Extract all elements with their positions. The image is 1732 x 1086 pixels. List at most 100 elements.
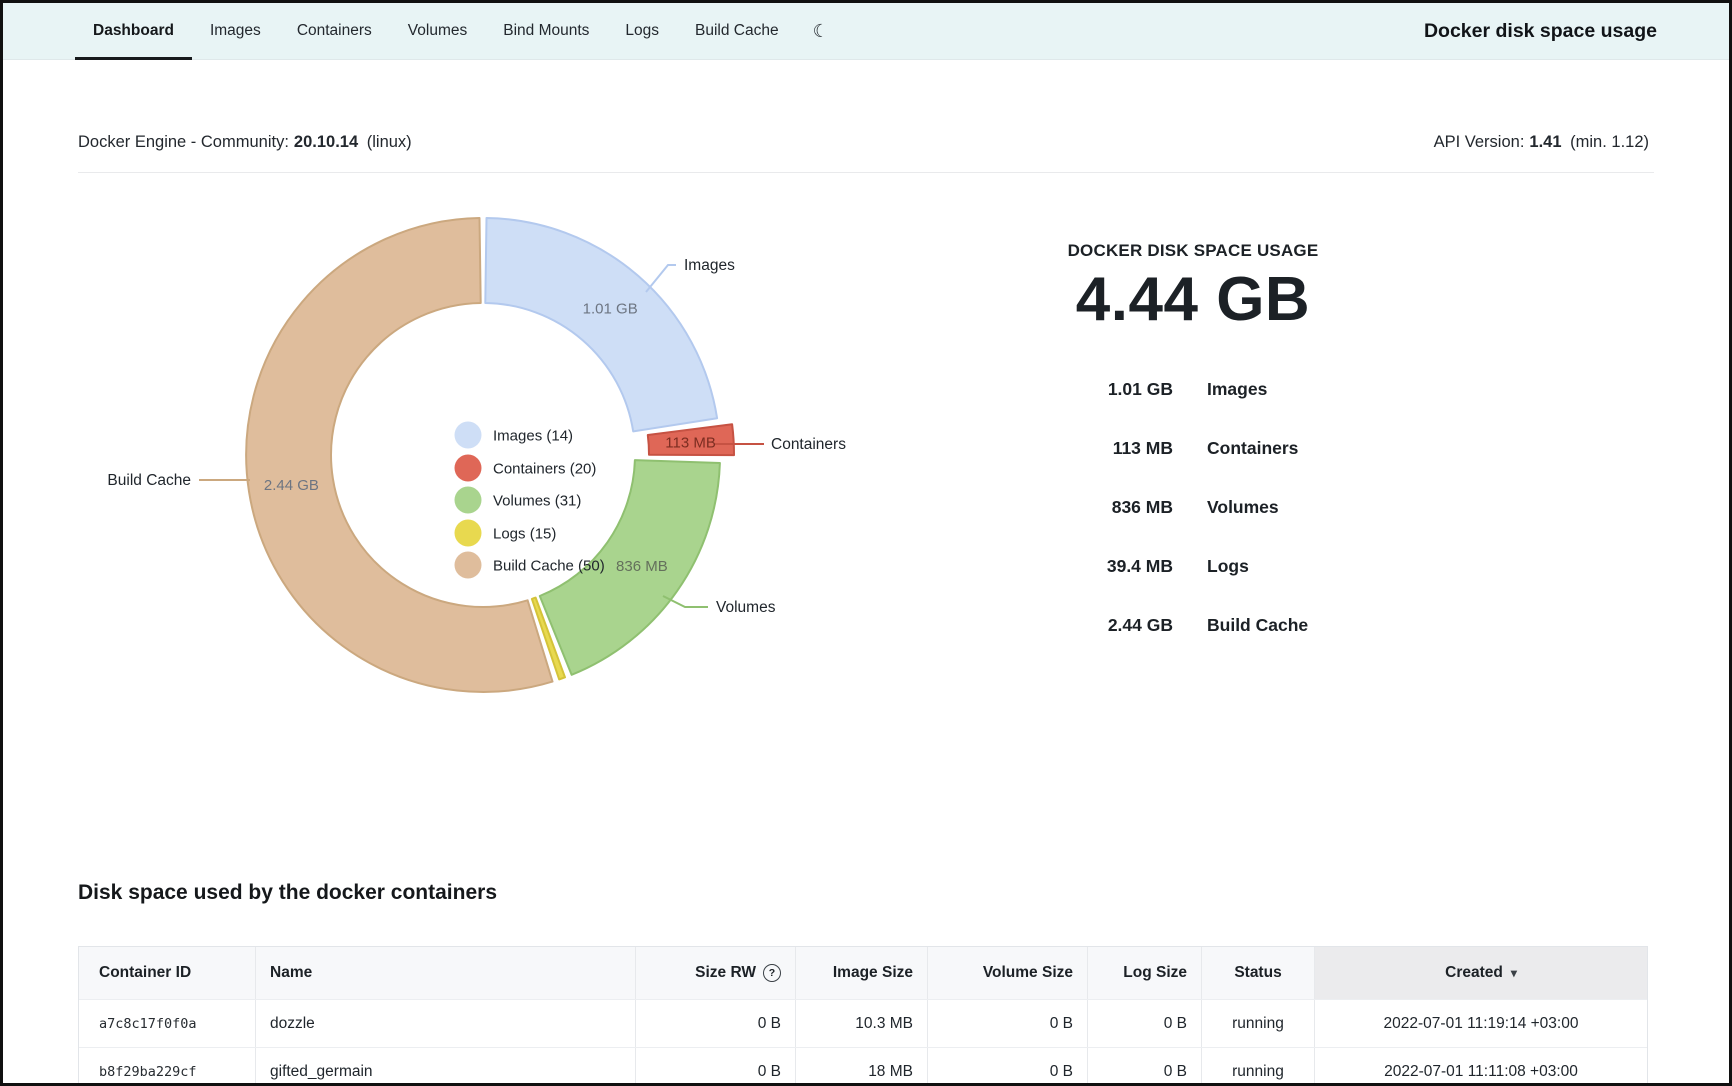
callout-label-volumes: Volumes (716, 599, 776, 616)
summary-size: 113 MB (963, 438, 1173, 459)
disk-usage-donut-chart: 1.01 GB Images 113 MB Containers 836 MB Volum… (78, 198, 858, 738)
summary-label: Volumes (1207, 497, 1279, 518)
cell-log-size: 0 B (1087, 1048, 1201, 1086)
summary-list: 1.01 GB Images 113 MB Containers 836 MB … (963, 377, 1423, 637)
slice-size-label-volumes: 836 MB (616, 558, 668, 575)
tab-dashboard[interactable]: Dashboard (75, 3, 192, 59)
summary-label: Images (1207, 379, 1267, 400)
table-header-row: Container ID Name Size RW ? Image Size V… (79, 947, 1647, 999)
donut-chart-svg: 1.01 GB Images 113 MB Containers 836 MB Volum… (78, 198, 858, 738)
legend-swatch-containers (455, 455, 482, 482)
column-header-status[interactable]: Status (1201, 947, 1314, 999)
cell-container-id: b8f29ba229cf (79, 1048, 255, 1086)
column-header-image-size[interactable]: Image Size (795, 947, 927, 999)
cell-container-id: a7c8c17f0f0a (79, 1000, 255, 1047)
summary-size: 836 MB (963, 497, 1173, 518)
api-version: 1.41 (1529, 133, 1561, 151)
column-header-container-id[interactable]: Container ID (79, 947, 255, 999)
summary-row-build-cache: 2.44 GB Build Cache (963, 613, 1423, 637)
api-label: API Version: (1434, 133, 1525, 151)
summary-size: 1.01 GB (963, 379, 1173, 400)
cell-status: running (1201, 1000, 1314, 1047)
engine-info-row: Docker Engine - Community: 20.10.14 (linu… (78, 133, 1654, 152)
app-window: Dashboard Images Containers Volumes Bind… (0, 0, 1732, 1086)
slice-size-label-build-cache: 2.44 GB (264, 477, 319, 494)
legend-label-containers: Containers (20) (493, 461, 596, 478)
top-navigation-bar: Dashboard Images Containers Volumes Bind… (3, 3, 1729, 60)
column-header-size-rw[interactable]: Size RW ? (635, 947, 795, 999)
callout-label-containers: Containers (771, 436, 846, 453)
cell-created: 2022-07-01 11:11:08 +03:00 (1314, 1048, 1647, 1086)
cell-size-rw: 0 B (635, 1048, 795, 1086)
sort-descending-icon: ▾ (1511, 966, 1517, 980)
summary-row-images: 1.01 GB Images (963, 377, 1423, 401)
cell-log-size: 0 B (1087, 1000, 1201, 1047)
engine-version-text: Docker Engine - Community: 20.10.14 (linu… (78, 133, 417, 152)
table-row[interactable]: a7c8c17f0f0a dozzle 0 B 10.3 MB 0 B 0 B … (79, 999, 1647, 1047)
tab-build-cache[interactable]: Build Cache (677, 3, 797, 59)
column-header-name[interactable]: Name (255, 947, 635, 999)
engine-platform: (linux) (367, 133, 412, 151)
table-row[interactable]: b8f29ba229cf gifted_germain 0 B 18 MB 0 … (79, 1047, 1647, 1086)
legend-label-volumes: Volumes (31) (493, 493, 581, 510)
summary-label: Containers (1207, 438, 1298, 459)
tab-volumes[interactable]: Volumes (390, 3, 485, 59)
cell-created: 2022-07-01 11:19:14 +03:00 (1314, 1000, 1647, 1047)
containers-table: Container ID Name Size RW ? Image Size V… (78, 946, 1648, 1086)
tab-bind-mounts[interactable]: Bind Mounts (485, 3, 607, 59)
column-header-volume-size[interactable]: Volume Size (927, 947, 1087, 999)
cell-image-size: 10.3 MB (795, 1000, 927, 1047)
summary-label: Build Cache (1207, 615, 1308, 636)
divider (78, 172, 1654, 173)
cell-image-size: 18 MB (795, 1048, 927, 1086)
legend-item-images[interactable]: Images (14) (455, 422, 574, 449)
api-minimum: (min. 1.12) (1570, 133, 1649, 151)
tab-containers[interactable]: Containers (279, 3, 390, 59)
legend-label-logs: Logs (15) (493, 526, 556, 543)
legend-label-build-cache: Build Cache (50) (493, 558, 605, 575)
summary-row-volumes: 836 MB Volumes (963, 495, 1423, 519)
slice-size-label-containers: 113 MB (665, 434, 716, 451)
donut-slice-images[interactable] (485, 218, 717, 431)
disk-usage-summary: DOCKER DISK SPACE USAGE 4.44 GB 1.01 GB … (963, 241, 1423, 672)
moon-icon[interactable]: ☾ (797, 3, 845, 59)
slice-size-label-images: 1.01 GB (583, 301, 638, 318)
callout-label-images: Images (684, 257, 735, 274)
legend-swatch-logs (455, 520, 482, 547)
tab-logs[interactable]: Logs (607, 3, 677, 59)
tab-images[interactable]: Images (192, 3, 279, 59)
cell-name: gifted_germain (255, 1048, 635, 1086)
cell-volume-size: 0 B (927, 1048, 1087, 1086)
summary-row-logs: 39.4 MB Logs (963, 554, 1423, 578)
legend-swatch-images (455, 422, 482, 449)
engine-version: 20.10.14 (294, 133, 358, 151)
callout-line-images (646, 265, 676, 292)
containers-section-heading: Disk space used by the docker containers (78, 881, 497, 905)
legend-item-logs[interactable]: Logs (15) (455, 520, 557, 547)
column-header-created[interactable]: Created ▾ (1314, 947, 1647, 999)
summary-size: 2.44 GB (963, 615, 1173, 636)
api-version-text: API Version:1.41 (min. 1.12) (1434, 133, 1654, 152)
cell-size-rw: 0 B (635, 1000, 795, 1047)
summary-row-containers: 113 MB Containers (963, 436, 1423, 460)
cell-name: dozzle (255, 1000, 635, 1047)
summary-heading: DOCKER DISK SPACE USAGE (963, 241, 1423, 261)
legend-item-build-cache[interactable]: Build Cache (50) (455, 552, 605, 579)
cell-volume-size: 0 B (927, 1000, 1087, 1047)
column-header-log-size[interactable]: Log Size (1087, 947, 1201, 999)
size-rw-label: Size RW (695, 964, 756, 982)
legend-label-images: Images (14) (493, 428, 573, 445)
page-title: Docker disk space usage (1424, 3, 1729, 59)
summary-label: Logs (1207, 556, 1249, 577)
legend-item-containers[interactable]: Containers (20) (455, 455, 597, 482)
summary-size: 39.4 MB (963, 556, 1173, 577)
legend-swatch-volumes (455, 487, 482, 514)
summary-total: 4.44 GB (963, 265, 1423, 335)
engine-label: Docker Engine - Community: (78, 133, 289, 151)
legend-swatch-build-cache (455, 552, 482, 579)
help-icon[interactable]: ? (763, 964, 781, 982)
created-label: Created (1445, 964, 1503, 982)
legend-item-volumes[interactable]: Volumes (31) (455, 487, 582, 514)
cell-status: running (1201, 1048, 1314, 1086)
callout-label-build-cache: Build Cache (107, 472, 191, 489)
